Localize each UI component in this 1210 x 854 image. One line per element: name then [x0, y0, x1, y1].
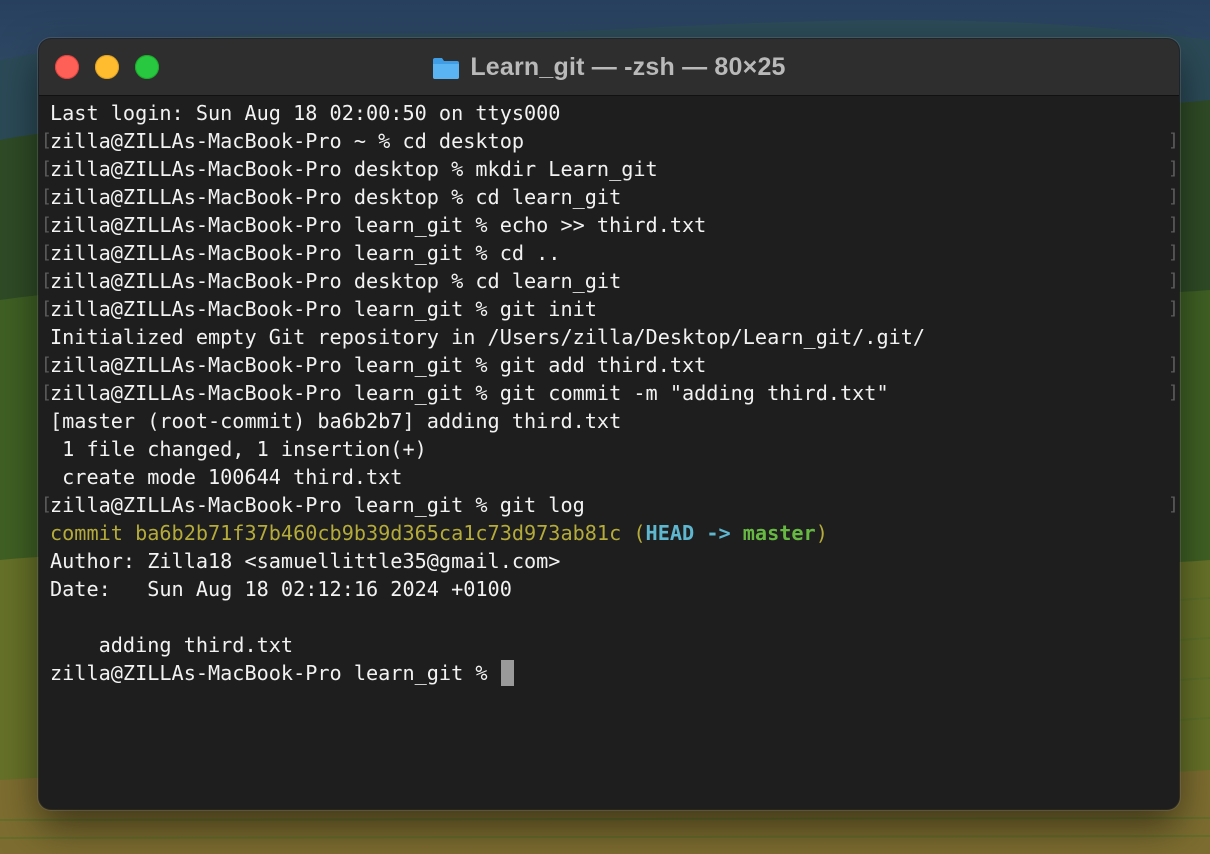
line-mark-right: ]: [1168, 242, 1179, 263]
terminal-line: [zilla@ZILLAs-MacBook-Pro learn_git % gi…: [41, 295, 925, 323]
author-line: Author: Zilla18 <samuellittle35@gmail.co…: [50, 549, 561, 573]
window-title: Learn_git — -zsh — 80×25: [470, 52, 786, 81]
terminal-line: [zilla@ZILLAs-MacBook-Pro ~ % cd desktop: [41, 127, 925, 155]
line-text: zilla@ZILLAs-MacBook-Pro learn_git % git…: [50, 381, 889, 405]
title-group: Learn_git — -zsh — 80×25: [39, 39, 1179, 95]
head-ref: HEAD ->: [645, 521, 743, 545]
commit-hash: commit ba6b2b71f37b460cb9b39d365ca1c73d9…: [50, 521, 646, 545]
terminal-line: [zilla@ZILLAs-MacBook-Pro desktop % mkdi…: [41, 155, 925, 183]
line-mark-left: [: [41, 186, 52, 207]
text-cursor[interactable]: [500, 659, 514, 686]
line-mark-left: [: [41, 214, 52, 235]
line-mark-left: [: [41, 130, 52, 151]
terminal-line: [zilla@ZILLAs-MacBook-Pro desktop % cd l…: [41, 267, 925, 295]
line-mark-left: [: [41, 158, 52, 179]
terminal-line: [zilla@ZILLAs-MacBook-Pro learn_git % gi…: [41, 351, 925, 379]
branch-ref: master: [742, 521, 816, 545]
line-mark-left: [: [41, 494, 52, 515]
line-text: zilla@ZILLAs-MacBook-Pro desktop % cd le…: [50, 269, 622, 293]
line-mark-right: ]: [1168, 494, 1179, 515]
terminal-line: create mode 100644 third.txt: [50, 465, 403, 489]
terminal-line: Initialized empty Git repository in /Use…: [50, 325, 926, 349]
terminal-output[interactable]: Last login: Sun Aug 18 02:00:50 on ttys0…: [39, 96, 1179, 809]
line-text: zilla@ZILLAs-MacBook-Pro desktop % cd le…: [50, 185, 622, 209]
line-mark-right: ]: [1168, 186, 1179, 207]
line-mark-right: ]: [1168, 158, 1179, 179]
line-text: zilla@ZILLAs-MacBook-Pro learn_git % git…: [50, 297, 597, 321]
line-text: zilla@ZILLAs-MacBook-Pro learn_git % ech…: [50, 213, 707, 237]
folder-icon: [433, 58, 460, 79]
terminal-line: [zilla@ZILLAs-MacBook-Pro learn_git % ec…: [41, 211, 925, 239]
prompt-line[interactable]: zilla@ZILLAs-MacBook-Pro learn_git %: [50, 659, 925, 687]
line-mark-right: ]: [1168, 214, 1179, 235]
line-mark-right: ]: [1168, 270, 1179, 291]
commit-line: commit ba6b2b71f37b460cb9b39d365ca1c73d9…: [50, 519, 925, 547]
line-mark-right: ]: [1168, 354, 1179, 375]
terminal-line: [zilla@ZILLAs-MacBook-Pro learn_git % gi…: [41, 491, 925, 519]
terminal-line: [zilla@ZILLAs-MacBook-Pro learn_git % cd…: [41, 239, 925, 267]
line-mark-right: ]: [1168, 298, 1179, 319]
line-mark-left: [: [41, 270, 52, 291]
terminal-line: [master (root-commit) ba6b2b7] adding th…: [50, 409, 622, 433]
prompt-text: zilla@ZILLAs-MacBook-Pro learn_git %: [50, 661, 500, 685]
terminal-lines: Last login: Sun Aug 18 02:00:50 on ttys0…: [41, 99, 926, 687]
terminal-line: Last login: Sun Aug 18 02:00:50 on ttys0…: [50, 101, 561, 125]
line-mark-left: [: [41, 382, 52, 403]
terminal-line: [zilla@ZILLAs-MacBook-Pro desktop % cd l…: [41, 183, 925, 211]
line-mark-right: ]: [1168, 382, 1179, 403]
date-line: Date: Sun Aug 18 02:12:16 2024 +0100: [50, 577, 512, 601]
line-text: zilla@ZILLAs-MacBook-Pro ~ % cd desktop: [50, 129, 525, 153]
line-text: zilla@ZILLAs-MacBook-Pro learn_git % git…: [50, 353, 707, 377]
title-bar[interactable]: Learn_git — -zsh — 80×25: [39, 39, 1179, 96]
commit-ref-close: ): [815, 521, 828, 545]
line-text: zilla@ZILLAs-MacBook-Pro learn_git % git…: [50, 493, 585, 517]
line-mark-left: [: [41, 242, 52, 263]
line-mark-left: [: [41, 354, 52, 375]
line-mark-right: ]: [1168, 130, 1179, 151]
terminal-line: [zilla@ZILLAs-MacBook-Pro learn_git % gi…: [41, 379, 925, 407]
line-text: zilla@ZILLAs-MacBook-Pro learn_git % cd …: [50, 241, 561, 265]
line-text: zilla@ZILLAs-MacBook-Pro desktop % mkdir…: [50, 157, 658, 181]
terminal-line: 1 file changed, 1 insertion(+): [50, 437, 427, 461]
line-mark-left: [: [41, 298, 52, 319]
terminal-window[interactable]: Learn_git — -zsh — 80×25 Last login: Sun…: [39, 39, 1179, 809]
commit-message-line: adding third.txt: [50, 633, 294, 657]
